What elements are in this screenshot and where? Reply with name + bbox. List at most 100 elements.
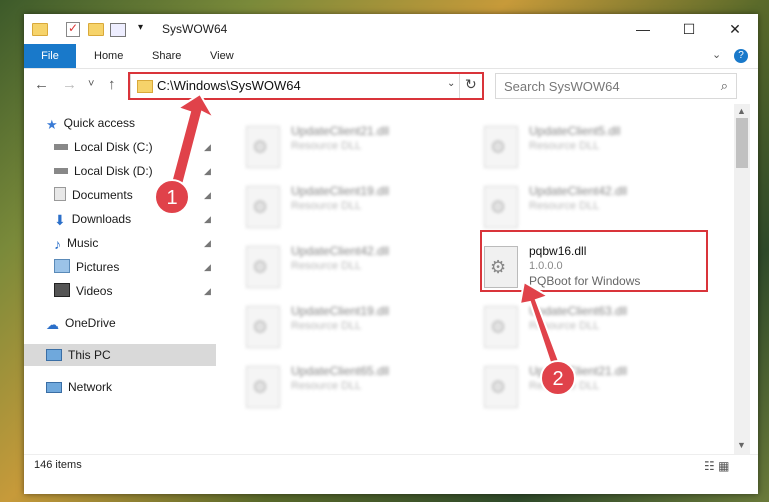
maximize-button[interactable]: ☐ xyxy=(666,14,712,44)
view-toggle-icons[interactable]: ☷ ▦ xyxy=(704,459,729,473)
sidebar-item-pictures[interactable]: Pictures xyxy=(54,256,119,278)
list-item[interactable]: UpdateClient42.dll Resource DLL xyxy=(238,238,448,294)
sidebar-label: Music xyxy=(67,236,99,250)
sidebar-item-local-disk-c[interactable]: Local Disk (C:) xyxy=(54,136,153,158)
computer-icon xyxy=(46,349,62,361)
pin-icon[interactable]: ◢ xyxy=(204,262,211,273)
navigation-bar: ← → ˅ ↑ C:\Windows\SysWOW64 ⌄ ↻ Search S… xyxy=(24,69,758,103)
dll-file-icon xyxy=(246,366,280,408)
list-item[interactable]: UpdateClient42.dll Resource DLL xyxy=(476,178,686,234)
ribbon: File Home Share View ⌄ ? xyxy=(24,44,758,69)
file-description: Resource DLL xyxy=(529,380,600,392)
window-title: SysWOW64 xyxy=(162,22,228,36)
pictures-icon xyxy=(54,259,70,273)
list-item[interactable]: UpdateClient21.dll Resource DLL xyxy=(238,118,448,174)
network-icon xyxy=(46,382,62,393)
file-name: UpdateClient42.dll xyxy=(291,244,390,258)
sidebar-label: Local Disk (C:) xyxy=(74,140,153,154)
list-item[interactable]: UpdateClient19.dll Resource DLL xyxy=(238,298,448,354)
list-item[interactable]: UpdateClient21.dll Resource DLL xyxy=(476,358,686,414)
scroll-thumb[interactable] xyxy=(736,118,748,168)
tab-share[interactable]: Share xyxy=(152,44,181,68)
sidebar-label: OneDrive xyxy=(65,316,116,330)
sidebar-label: Videos xyxy=(76,284,113,298)
pin-icon[interactable]: ◢ xyxy=(204,190,211,201)
file-description: Resource DLL xyxy=(291,260,362,272)
drive-icon xyxy=(54,168,68,174)
list-item[interactable]: UpdateClient63.dll Resource DLL xyxy=(476,298,686,354)
help-icon[interactable]: ? xyxy=(734,49,748,63)
sidebar-item-quick-access[interactable]: ★ Quick access xyxy=(46,112,135,134)
file-description: Resource DLL xyxy=(291,380,362,392)
downloads-icon: ⬇ xyxy=(54,212,66,228)
documents-icon xyxy=(54,187,66,201)
pin-icon[interactable]: ◢ xyxy=(204,214,211,225)
sidebar-label: Pictures xyxy=(76,260,120,274)
file-description: Resource DLL xyxy=(529,200,600,212)
file-name: UpdateClient65.dll xyxy=(291,364,390,378)
new-folder-icon[interactable] xyxy=(88,23,104,36)
scroll-up-icon[interactable]: ▲ xyxy=(737,106,746,116)
sidebar-item-downloads[interactable]: ⬇ Downloads xyxy=(54,208,131,230)
list-item[interactable]: UpdateClient65.dll Resource DLL xyxy=(238,358,448,414)
file-description: Resource DLL xyxy=(291,320,362,332)
sidebar-item-onedrive[interactable]: ☁ OneDrive xyxy=(46,312,116,334)
dll-file-icon xyxy=(484,126,518,168)
properties-check-icon[interactable] xyxy=(66,21,80,37)
folder-icon[interactable] xyxy=(32,23,48,36)
forward-button[interactable]: → xyxy=(62,76,77,93)
dll-file-icon xyxy=(246,186,280,228)
file-description: Resource DLL xyxy=(529,140,600,152)
file-description: Resource DLL xyxy=(529,320,600,332)
pin-icon[interactable]: ◢ xyxy=(204,286,211,297)
sidebar-label: Local Disk (D:) xyxy=(74,164,153,178)
status-bar: 146 items ☷ ▦ xyxy=(24,454,758,477)
sidebar-item-documents[interactable]: Documents xyxy=(54,184,133,206)
tab-home[interactable]: Home xyxy=(94,44,123,68)
quick-access-dropdown-icon[interactable]: ▾ xyxy=(138,22,143,33)
recent-locations-button[interactable]: ˅ xyxy=(88,78,94,90)
dll-file-icon xyxy=(246,246,280,288)
search-input[interactable]: Search SysWOW64 ⌕ xyxy=(495,73,737,99)
vertical-scrollbar[interactable]: ▲ ▼ xyxy=(734,104,750,454)
file-name: UpdateClient5.dll xyxy=(529,124,621,138)
pin-icon[interactable]: ◢ xyxy=(204,238,211,249)
sidebar-item-this-pc[interactable]: This PC xyxy=(24,344,216,366)
pin-icon[interactable]: ◢ xyxy=(204,142,211,153)
file-name: UpdateClient21.dll xyxy=(291,124,390,138)
scroll-down-icon[interactable]: ▼ xyxy=(737,440,746,450)
file-description: Resource DLL xyxy=(291,140,362,152)
music-icon: ♪ xyxy=(54,236,61,252)
back-button[interactable]: ← xyxy=(34,76,49,93)
title-bar: ▾ SysWOW64 — ☐ ✕ xyxy=(24,14,758,44)
sidebar-label: Documents xyxy=(72,188,133,202)
dll-file-icon xyxy=(484,306,518,348)
address-highlight-box xyxy=(128,72,484,100)
search-icon[interactable]: ⌕ xyxy=(721,78,728,94)
customize-icon[interactable] xyxy=(110,23,126,37)
list-item[interactable]: UpdateClient5.dll Resource DLL xyxy=(476,118,686,174)
drive-icon xyxy=(54,144,68,150)
close-button[interactable]: ✕ xyxy=(712,14,758,44)
tab-view[interactable]: View xyxy=(210,44,234,68)
file-name: UpdateClient63.dll xyxy=(529,304,628,318)
cloud-icon: ☁ xyxy=(46,317,59,332)
search-placeholder: Search SysWOW64 xyxy=(504,79,620,94)
sidebar-item-music[interactable]: ♪ Music xyxy=(54,232,98,254)
sidebar-label: This PC xyxy=(68,348,111,362)
tab-file[interactable]: File xyxy=(24,44,76,68)
file-highlight-box xyxy=(480,230,708,292)
list-item[interactable]: UpdateClient19.dll Resource DLL xyxy=(238,178,448,234)
expand-ribbon-icon[interactable]: ⌄ xyxy=(712,48,721,61)
file-name: UpdateClient42.dll xyxy=(529,184,628,198)
sidebar-item-videos[interactable]: Videos xyxy=(54,280,112,302)
up-button[interactable]: ↑ xyxy=(108,76,116,93)
sidebar-item-network[interactable]: Network xyxy=(46,376,112,398)
star-icon: ★ xyxy=(46,117,58,132)
file-description: Resource DLL xyxy=(291,200,362,212)
sidebar-label: Quick access xyxy=(63,116,136,130)
sidebar-item-local-disk-d[interactable]: Local Disk (D:) xyxy=(54,160,153,182)
dll-file-icon xyxy=(484,366,518,408)
pin-icon[interactable]: ◢ xyxy=(204,166,211,177)
minimize-button[interactable]: — xyxy=(620,14,666,44)
